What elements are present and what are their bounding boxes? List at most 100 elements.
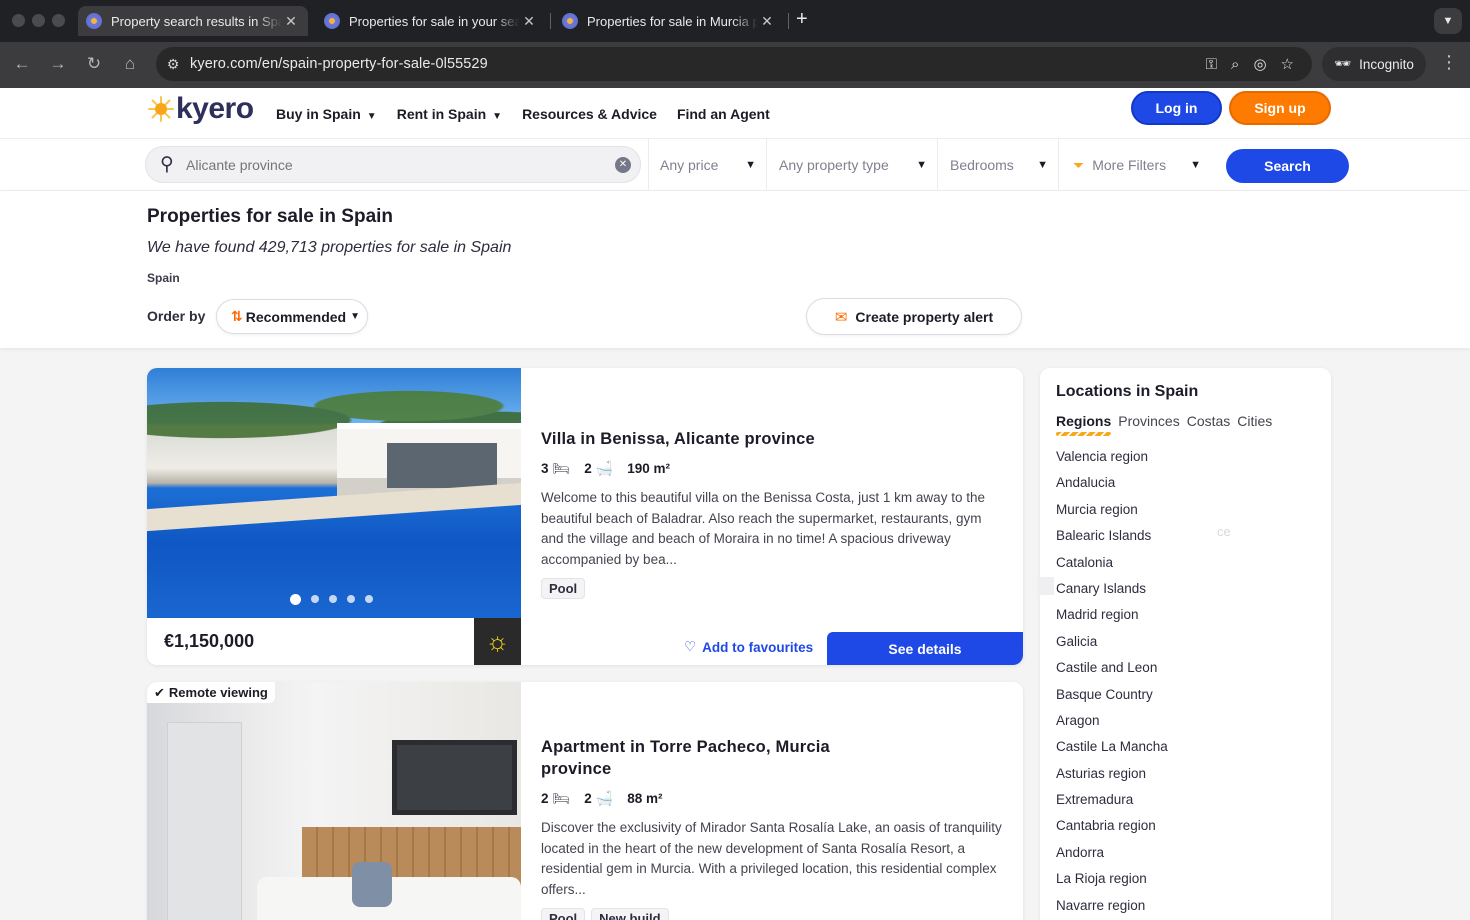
region-link[interactable]: Valencia region bbox=[1056, 444, 1168, 470]
tab-title: Property search results in Spain bbox=[111, 13, 282, 29]
region-link[interactable]: Balearic Islands bbox=[1056, 523, 1168, 549]
sort-arrows-icon: ⇅ bbox=[231, 308, 243, 324]
create-property-alert-button[interactable]: ✉ Create property alert bbox=[806, 298, 1022, 335]
region-link[interactable]: Catalonia bbox=[1056, 550, 1168, 576]
window-minimize-dot[interactable] bbox=[32, 14, 45, 27]
checkmark-icon: ✔ bbox=[154, 684, 165, 700]
home-icon[interactable]: ⌂ bbox=[119, 54, 141, 74]
location-search-field[interactable]: ⚲ ✕ bbox=[145, 146, 641, 183]
sun-logo-icon bbox=[147, 95, 175, 123]
listing-photo[interactable] bbox=[147, 368, 521, 618]
kyero-favicon-icon bbox=[324, 13, 340, 29]
bathrooms-count: 2 🛁 bbox=[584, 790, 613, 807]
remote-viewing-badge: ✔ Remote viewing bbox=[147, 682, 275, 703]
browser-tab-bar: Property search results in Spain ✕ Prope… bbox=[0, 0, 1470, 42]
property-type-dropdown[interactable]: Any property type ▼ bbox=[766, 139, 937, 191]
browser-toolbar: ← → ↻ ⌂ ⚙ kyero.com/en/spain-property-fo… bbox=[0, 42, 1470, 88]
photo-carousel-dots[interactable] bbox=[290, 593, 373, 605]
region-link[interactable]: Murcia region bbox=[1056, 497, 1168, 523]
login-button[interactable]: Log in bbox=[1131, 91, 1222, 125]
tab-regions[interactable]: Regions bbox=[1056, 413, 1112, 436]
address-bar[interactable]: ⚙ kyero.com/en/spain-property-for-sale-0… bbox=[156, 47, 1312, 81]
zoom-magnifier-icon[interactable]: ⌕ bbox=[1231, 56, 1239, 73]
signup-button[interactable]: Sign up bbox=[1229, 91, 1331, 125]
more-filters-label: More Filters bbox=[1092, 157, 1167, 173]
tab-provinces[interactable]: Provinces bbox=[1118, 413, 1179, 429]
region-link[interactable]: Navarre region bbox=[1056, 893, 1168, 919]
bathtub-icon: 🛁 bbox=[595, 790, 614, 806]
password-key-icon[interactable]: ⚿ bbox=[1206, 56, 1217, 73]
listing-card[interactable]: €1,150,000 ☼ Villa in Benissa, Alicante … bbox=[147, 368, 1023, 665]
listing-title[interactable]: Apartment in Torre Pacheco, Murcia provi… bbox=[541, 736, 851, 780]
region-link[interactable]: Andorra bbox=[1056, 840, 1168, 866]
regions-list: Valencia region Andalucia Murcia region … bbox=[1056, 444, 1168, 919]
carousel-dot[interactable] bbox=[329, 595, 337, 603]
favourites-label: Add to favourites bbox=[702, 639, 814, 655]
region-link[interactable]: Asturias region bbox=[1056, 761, 1168, 787]
region-link[interactable]: Aragon bbox=[1056, 708, 1168, 734]
browser-tab-3[interactable]: Properties for sale in Murcia province ✕ bbox=[554, 6, 784, 36]
forward-arrow-icon[interactable]: → bbox=[47, 54, 69, 74]
region-link[interactable]: Andalucia bbox=[1056, 470, 1168, 496]
region-link[interactable]: Canary Islands bbox=[1056, 576, 1168, 602]
carousel-dot[interactable] bbox=[365, 595, 373, 603]
kyero-favicon-icon bbox=[86, 13, 102, 29]
window-zoom-dot[interactable] bbox=[52, 14, 65, 27]
add-to-favourites-button[interactable]: ♡ Add to favourites bbox=[684, 639, 813, 655]
window-close-dot[interactable] bbox=[12, 14, 25, 27]
site-settings-icon[interactable]: ⚙ bbox=[156, 56, 190, 73]
listing-card[interactable]: ✔ Remote viewing Apartment in Torre Pach… bbox=[147, 682, 1023, 920]
close-tab-icon[interactable]: ✕ bbox=[520, 13, 538, 30]
reload-icon[interactable]: ↻ bbox=[83, 54, 105, 74]
region-link[interactable]: Galicia bbox=[1056, 629, 1168, 655]
tab-costas[interactable]: Costas bbox=[1187, 413, 1231, 429]
tracking-eye-off-icon[interactable]: ◎ bbox=[1253, 55, 1266, 73]
agent-logo-icon[interactable]: ☼ bbox=[474, 618, 521, 665]
alert-envelope-icon: ✉ bbox=[834, 308, 848, 326]
nav-find-an-agent[interactable]: Find an Agent bbox=[677, 106, 770, 122]
page-title: Properties for sale in Spain bbox=[147, 206, 394, 227]
feature-tag: Pool bbox=[541, 908, 586, 920]
incognito-profile-button[interactable]: 🕶 Incognito bbox=[1322, 47, 1426, 81]
area-value: 190 m² bbox=[627, 461, 671, 476]
browser-tab-2[interactable]: Properties for sale in your search ✕ bbox=[316, 6, 546, 36]
region-link[interactable]: La Rioja region bbox=[1056, 866, 1168, 892]
listing-description: Welcome to this beautiful villa on the B… bbox=[541, 490, 985, 567]
breadcrumb[interactable]: Spain bbox=[147, 271, 180, 285]
url-text[interactable]: kyero.com/en/spain-property-for-sale-0l5… bbox=[190, 56, 488, 72]
nav-resources-advice[interactable]: Resources & Advice bbox=[522, 106, 657, 122]
listing-info: Villa in Benissa, Alicante province 3 🛏 2… bbox=[541, 428, 1005, 599]
search-button[interactable]: Search bbox=[1226, 149, 1349, 183]
listing-specs: 3 🛏 2 🛁 190 m² bbox=[541, 460, 1005, 477]
region-link[interactable]: Madrid region bbox=[1056, 602, 1168, 628]
order-by-select[interactable]: ⇅ Recommended ▼ bbox=[216, 299, 368, 334]
listing-title[interactable]: Villa in Benissa, Alicante province bbox=[541, 428, 1005, 450]
tab-search-chevron-icon[interactable]: ▼ bbox=[1434, 8, 1462, 34]
kyero-logo[interactable]: kyero bbox=[147, 92, 254, 126]
region-link[interactable]: Castile and Leon bbox=[1056, 655, 1168, 681]
close-tab-icon[interactable]: ✕ bbox=[758, 13, 776, 30]
region-link[interactable]: Castile La Mancha bbox=[1056, 734, 1168, 760]
tab-cities[interactable]: Cities bbox=[1237, 413, 1272, 429]
more-filters-dropdown[interactable]: ⏷ More Filters ▼ bbox=[1058, 139, 1211, 191]
back-arrow-icon[interactable]: ← bbox=[11, 54, 33, 74]
region-link[interactable]: Basque Country bbox=[1056, 682, 1168, 708]
carousel-dot[interactable] bbox=[347, 595, 355, 603]
carousel-dot[interactable] bbox=[311, 595, 319, 603]
nav-buy-in-spain[interactable]: Buy in Spain ▼ bbox=[276, 106, 377, 122]
browser-tab-1[interactable]: Property search results in Spain ✕ bbox=[78, 6, 308, 36]
region-link[interactable]: Cantabria region bbox=[1056, 813, 1168, 839]
bedrooms-dropdown[interactable]: Bedrooms ▼ bbox=[937, 139, 1058, 191]
new-tab-plus-icon[interactable]: + bbox=[796, 8, 808, 31]
bookmark-star-icon[interactable]: ☆ bbox=[1281, 55, 1294, 73]
carousel-dot[interactable] bbox=[290, 593, 301, 605]
see-details-button[interactable]: See details bbox=[827, 632, 1023, 665]
browser-menu-icon[interactable]: ⋮ bbox=[1440, 52, 1458, 73]
region-link[interactable]: Extremadura bbox=[1056, 787, 1168, 813]
listing-photo[interactable] bbox=[147, 682, 521, 920]
clear-input-icon[interactable]: ✕ bbox=[615, 156, 631, 173]
price-filter-dropdown[interactable]: Any price ▼ bbox=[648, 139, 766, 191]
nav-rent-in-spain[interactable]: Rent in Spain ▼ bbox=[397, 106, 502, 122]
close-tab-icon[interactable]: ✕ bbox=[282, 13, 300, 30]
location-input[interactable] bbox=[186, 156, 615, 173]
